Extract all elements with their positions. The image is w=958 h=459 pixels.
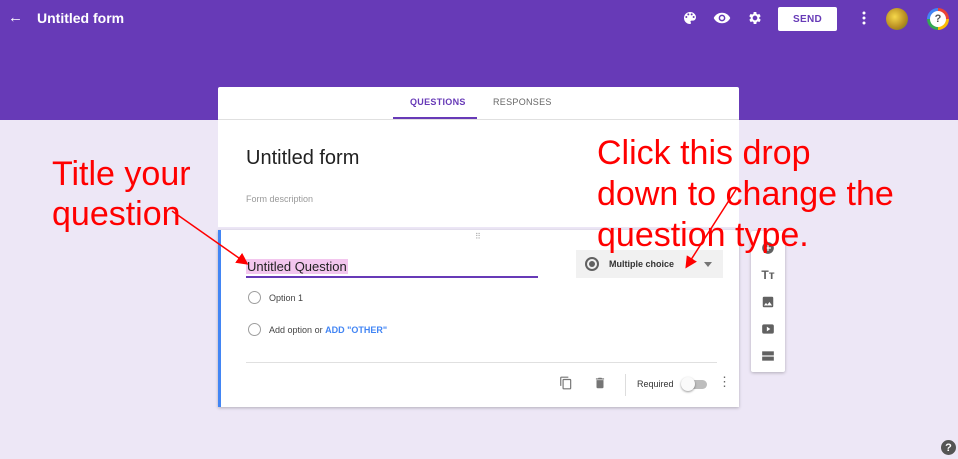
- back-arrow-icon[interactable]: ←: [8, 9, 23, 26]
- add-other-link[interactable]: ADD "OTHER": [325, 325, 387, 335]
- gear-icon[interactable]: [746, 9, 764, 27]
- delete-icon[interactable]: [593, 376, 607, 390]
- palette-icon[interactable]: [681, 9, 699, 27]
- or-text: or: [314, 325, 323, 335]
- toggle-thumb: [681, 377, 695, 391]
- card-divider: [246, 362, 717, 363]
- title-text-icon[interactable]: Tт: [760, 267, 776, 283]
- help-icon[interactable]: ?: [941, 440, 956, 455]
- help-glyph: ?: [930, 11, 946, 27]
- annotation-line: question type.: [597, 216, 809, 254]
- more-vert-icon[interactable]: [855, 9, 873, 27]
- drag-handle-icon[interactable]: ⠿: [475, 232, 482, 241]
- chevron-down-icon: [704, 262, 712, 267]
- add-option-link[interactable]: Add option: [269, 325, 312, 335]
- video-icon[interactable]: [760, 321, 776, 337]
- help-icon[interactable]: ?: [927, 8, 949, 30]
- tab-responses[interactable]: RESPONSES: [493, 97, 552, 107]
- question-type-label: Multiple choice: [609, 259, 675, 269]
- annotation-line: Click this drop: [597, 134, 811, 172]
- duplicate-icon[interactable]: [559, 376, 573, 390]
- annotation-line: down to change the: [597, 175, 894, 213]
- option-radio[interactable]: [248, 291, 261, 304]
- question-card: ⠿ Untitled Question Multiple choice Opti…: [218, 230, 739, 407]
- form-title-input[interactable]: Untitled form: [246, 147, 359, 170]
- footer-separator: [625, 374, 626, 396]
- tab-questions[interactable]: QUESTIONS: [410, 97, 466, 107]
- required-label: Required: [637, 379, 674, 389]
- annotation-dropdown-hint: Click this drop down to change the quest…: [597, 133, 894, 256]
- add-option-radio: [248, 323, 261, 336]
- image-icon[interactable]: [760, 294, 776, 310]
- form-description-input[interactable]: Form description: [246, 194, 313, 204]
- question-title-underline: [246, 276, 538, 278]
- required-toggle[interactable]: [681, 377, 707, 391]
- annotation-line: question: [52, 195, 181, 233]
- add-option-row: Add option or ADD "OTHER": [269, 325, 387, 335]
- option-label[interactable]: Option 1: [269, 293, 303, 303]
- app-title: Untitled form: [37, 10, 125, 26]
- send-button[interactable]: SEND: [778, 7, 837, 31]
- more-vert-icon[interactable]: ⋮: [718, 375, 731, 388]
- section-icon[interactable]: [760, 348, 776, 364]
- annotation-line: Title your: [52, 155, 191, 193]
- question-title-input[interactable]: Untitled Question: [246, 259, 348, 274]
- radio-button-icon: [585, 257, 599, 271]
- avatar[interactable]: [886, 8, 908, 30]
- tabs-bar: QUESTIONS RESPONSES: [218, 87, 739, 119]
- eye-icon[interactable]: [713, 9, 731, 27]
- annotation-title-question: Title your question: [52, 154, 191, 234]
